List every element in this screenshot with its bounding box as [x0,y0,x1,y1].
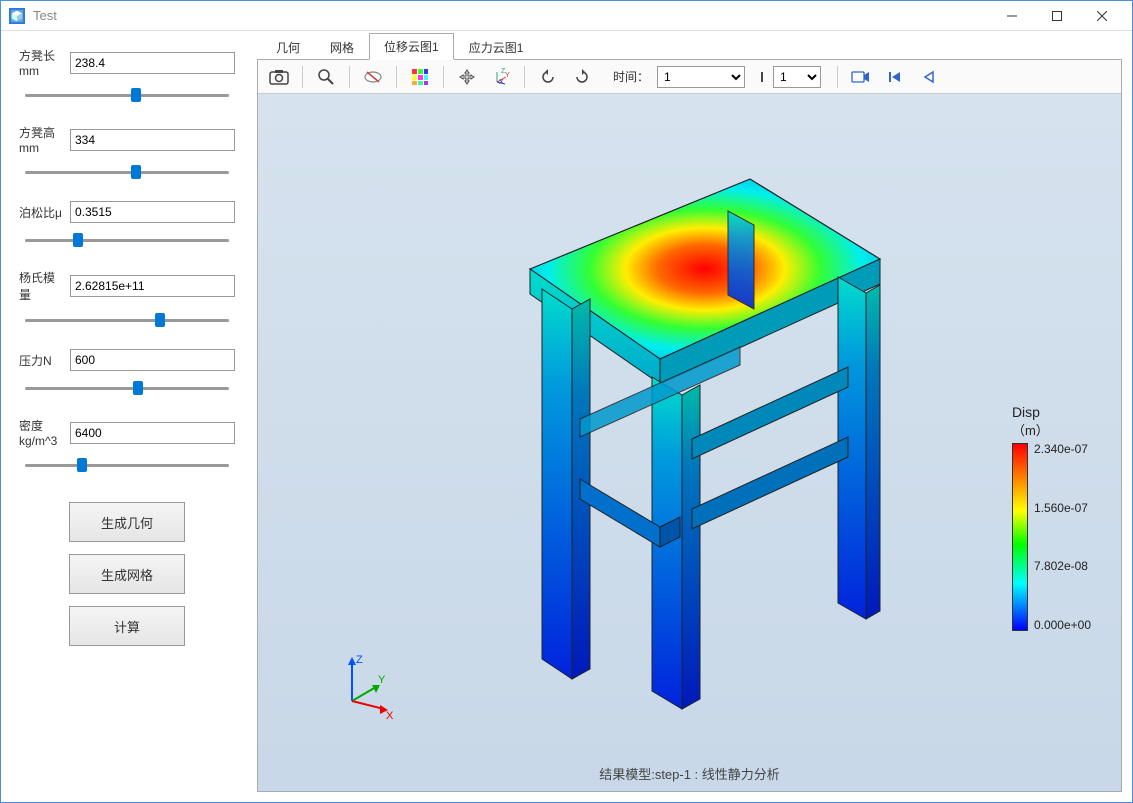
close-button[interactable] [1079,2,1124,30]
param-poisson-slider[interactable] [19,231,235,249]
svg-text:Y: Y [378,674,386,686]
axis-indicator: Z Y X [332,651,402,721]
param-pressure-slider[interactable] [19,379,235,397]
svg-text:Z: Z [356,654,363,666]
param-youngs-input[interactable] [70,275,235,297]
colormap-icon[interactable] [405,63,435,91]
step-select[interactable]: 1 [773,66,821,88]
stool-model [460,139,920,719]
result-caption: 结果模型:step-1 : 线性静力分析 [599,764,780,783]
tab-geometry[interactable]: 几何 [261,34,315,60]
screenshot-icon[interactable] [264,63,294,91]
svg-text:X: X [386,710,394,721]
tab-displacement-cloud[interactable]: 位移云图1 [369,33,454,60]
param-pressure-input[interactable] [70,349,235,371]
legend-tick: 7.802e-08 [1034,560,1091,572]
param-poisson-input[interactable] [70,201,235,223]
param-length-input[interactable] [70,52,235,74]
param-poisson-label: 泊松比μ [19,204,64,221]
param-pressure: 压力N [19,349,235,371]
pan-icon[interactable] [452,63,482,91]
param-height: 方凳高mm [19,124,235,155]
titlebar: Test [1,1,1132,31]
param-pressure-label: 压力N [19,352,64,369]
param-density-slider[interactable] [19,456,235,474]
app-window: Test 方凳长mm 方凳高mm 泊松比μ [0,0,1133,803]
window-title: Test [33,8,989,23]
maximize-button[interactable] [1034,2,1079,30]
legend-unit: （m） [1012,420,1049,439]
viewport-3d[interactable]: Z Y X 结果模型:step-1 : 线性静力分析 Disp （m） [258,94,1121,791]
legend-tick: 1.560e-07 [1034,502,1091,514]
step-end-icon[interactable] [749,63,769,91]
rotate-ccw-icon[interactable] [533,63,563,91]
parameters-panel: 方凳长mm 方凳高mm 泊松比μ 杨氏模量 [1,31,253,802]
param-youngs-label: 杨氏模量 [19,269,64,303]
param-density: 密度kg/m^3 [19,417,235,448]
app-icon [9,8,25,24]
clip-plane-icon[interactable] [358,63,388,91]
legend-tick: 0.000e+00 [1034,619,1091,631]
param-length-label: 方凳长mm [19,47,64,78]
color-legend: Disp （m） 2.340e-07 1.560e-07 7.802e-08 0… [1012,404,1091,631]
content-area: 方凳长mm 方凳高mm 泊松比μ 杨氏模量 [1,31,1132,802]
param-poisson: 泊松比μ [19,201,235,223]
param-density-input[interactable] [70,422,235,444]
minimize-button[interactable] [989,2,1034,30]
time-select[interactable]: 1 [657,66,745,88]
zoom-icon[interactable] [311,63,341,91]
generate-geometry-button[interactable]: 生成几何 [69,502,185,542]
param-density-label: 密度kg/m^3 [19,417,64,448]
play-back-icon[interactable] [914,63,944,91]
axes-icon[interactable]: ZYX [486,63,516,91]
legend-tick: 2.340e-07 [1034,443,1091,455]
record-icon[interactable] [846,63,876,91]
param-youngs-slider[interactable] [19,311,235,329]
param-length: 方凳长mm [19,47,235,78]
rotate-cw-icon[interactable] [567,63,597,91]
svg-text:Y: Y [505,72,510,79]
tab-mesh[interactable]: 网格 [315,34,369,60]
viewport-frame: ZYX 时间： 1 1 [257,59,1122,792]
legend-colorbar [1012,443,1028,631]
skip-first-icon[interactable] [880,63,910,91]
generate-mesh-button[interactable]: 生成网格 [69,554,185,594]
param-height-slider[interactable] [19,163,235,181]
view-tabs: 几何 网格 位移云图1 应力云图1 [253,35,1122,59]
param-youngs: 杨氏模量 [19,269,235,303]
right-area: 几何 网格 位移云图1 应力云图1 ZYX [253,31,1132,802]
tab-stress-cloud[interactable]: 应力云图1 [454,34,539,60]
param-length-slider[interactable] [19,86,235,104]
time-label: 时间： [613,68,649,85]
param-height-label: 方凳高mm [19,124,64,155]
compute-button[interactable]: 计算 [69,606,185,646]
legend-title: Disp [1012,404,1040,420]
param-height-input[interactable] [70,129,235,151]
viewport-toolbar: ZYX 时间： 1 1 [258,60,1121,94]
legend-ticks: 2.340e-07 1.560e-07 7.802e-08 0.000e+00 [1034,443,1091,631]
